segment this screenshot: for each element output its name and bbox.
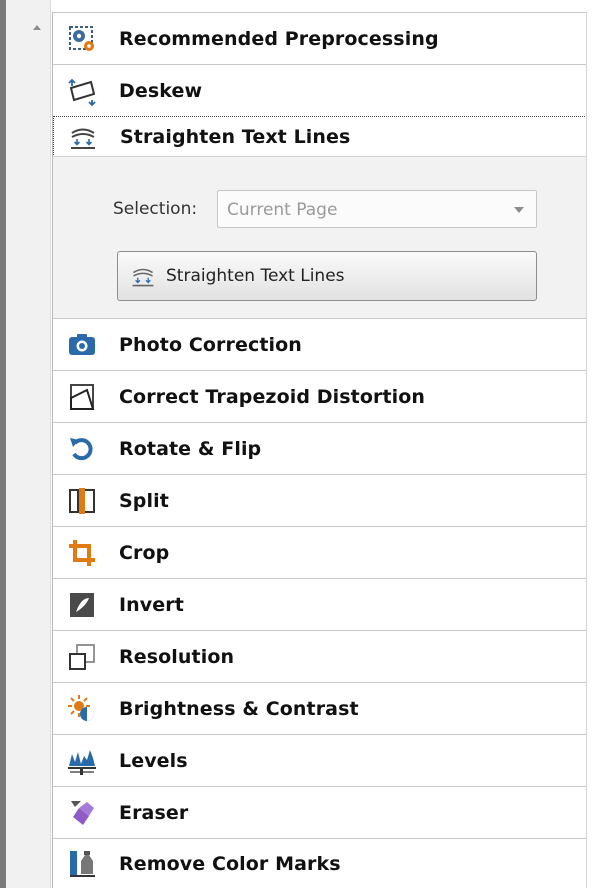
item-label: Brightness & Contrast (119, 697, 359, 720)
straighten-lines-icon (68, 122, 98, 152)
item-label: Photo Correction (119, 333, 302, 356)
tool-photo-correction[interactable]: Photo Correction (53, 318, 587, 370)
eraser-icon (67, 798, 97, 828)
item-label: Recommended Preprocessing (119, 27, 439, 50)
item-label: Straighten Text Lines (120, 125, 351, 148)
item-label: Resolution (119, 645, 235, 668)
tool-invert[interactable]: Invert (53, 578, 587, 630)
trapezoid-icon (67, 382, 97, 412)
straighten-lines-icon (132, 268, 154, 287)
selection-value: Current Page (227, 200, 338, 220)
tool-resolution[interactable]: Resolution (53, 630, 587, 682)
tool-levels[interactable]: Levels (53, 734, 587, 786)
resolution-icon (67, 642, 97, 672)
item-label: Invert (119, 593, 184, 616)
rotate-icon (67, 434, 97, 464)
item-label: Levels (119, 749, 188, 772)
panel-right-edge (586, 12, 601, 888)
tool-remove-color-marks[interactable]: Remove Color Marks (53, 838, 587, 888)
vertical-scrollbar[interactable] (6, 0, 51, 888)
straighten-options-section: Selection: Current Page Straighten Text … (53, 156, 587, 319)
tools-panel: Recommended Preprocessing Deskew Straigh… (52, 12, 587, 888)
gear-cog-icon (67, 24, 97, 54)
levels-icon (67, 746, 97, 776)
tool-straighten-text-lines[interactable]: Straighten Text Lines (53, 116, 587, 157)
crop-icon (67, 538, 97, 568)
item-label: Eraser (119, 801, 189, 824)
button-label: Straighten Text Lines (166, 266, 345, 286)
tool-correct-trapezoid-distortion[interactable]: Correct Trapezoid Distortion (53, 370, 587, 422)
brightness-icon (67, 694, 97, 724)
tool-crop[interactable]: Crop (53, 526, 587, 578)
split-icon (67, 486, 97, 516)
item-label: Correct Trapezoid Distortion (119, 385, 426, 408)
tool-eraser[interactable]: Eraser (53, 786, 587, 838)
item-label: Deskew (119, 79, 203, 102)
selection-label: Selection: (113, 199, 198, 219)
scroll-up-arrow-icon[interactable] (33, 25, 41, 30)
tool-rotate-and-flip[interactable]: Rotate & Flip (53, 422, 587, 474)
straighten-text-lines-button[interactable]: Straighten Text Lines (117, 251, 537, 301)
item-label: Remove Color Marks (119, 852, 341, 875)
remove-color-marks-icon (67, 849, 97, 879)
item-label: Split (119, 489, 169, 512)
deskew-icon (67, 76, 97, 106)
camera-icon (67, 330, 97, 360)
invert-icon (67, 590, 97, 620)
chevron-down-icon (514, 207, 524, 213)
tool-recommended-preprocessing[interactable]: Recommended Preprocessing (53, 12, 587, 64)
tool-split[interactable]: Split (53, 474, 587, 526)
item-label: Crop (119, 541, 170, 564)
tool-brightness-contrast[interactable]: Brightness & Contrast (53, 682, 587, 734)
item-label: Rotate & Flip (119, 437, 262, 460)
tool-deskew[interactable]: Deskew (53, 64, 587, 116)
selection-dropdown[interactable]: Current Page (217, 190, 537, 228)
